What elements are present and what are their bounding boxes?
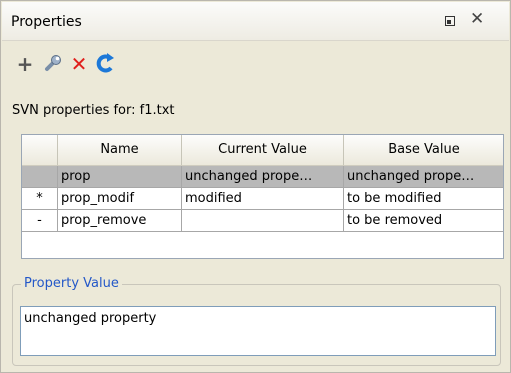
property-value-field[interactable]: unchanged property xyxy=(20,306,496,356)
property-value-legend: Property Value xyxy=(21,276,122,291)
delete-icon: ✕ xyxy=(70,52,88,76)
column-header-base-value[interactable]: Base Value xyxy=(344,135,503,165)
refresh-button[interactable] xyxy=(95,53,117,75)
row-name: prop xyxy=(58,166,182,187)
edit-property-button[interactable] xyxy=(42,53,64,75)
row-base-value: to be modified xyxy=(347,191,442,206)
row-name: prop_remove xyxy=(58,210,182,231)
toolbar: + ✕ xyxy=(2,52,509,79)
table-row[interactable]: * prop_modif modified to be modified xyxy=(22,188,503,210)
column-header-current-value[interactable]: Current Value xyxy=(182,135,344,165)
delete-button[interactable]: ✕ xyxy=(68,52,90,76)
row-marker: - xyxy=(22,210,58,231)
table-row[interactable]: prop unchanged prope… unchanged prope… xyxy=(22,166,503,188)
row-current-value xyxy=(182,210,344,231)
close-icon[interactable]: ✕ xyxy=(470,9,484,29)
panel-title: Properties xyxy=(11,14,82,30)
row-name: prop_modif xyxy=(58,188,182,209)
add-icon: + xyxy=(16,52,34,76)
row-current-value: modified xyxy=(182,188,344,209)
minimize-icon[interactable] xyxy=(445,16,455,26)
panel-titlebar: Properties ✕ xyxy=(2,2,509,41)
row-base-value: to be removed xyxy=(347,213,443,228)
table-header: Name Current Value Base Value xyxy=(22,135,503,166)
row-base-value: unchanged prope… xyxy=(347,169,475,184)
column-header-name[interactable]: Name xyxy=(58,135,182,165)
properties-table: Name Current Value Base Value prop uncha… xyxy=(21,134,504,259)
row-marker: * xyxy=(22,188,58,209)
add-button[interactable]: + xyxy=(14,52,36,76)
svn-properties-label: SVN properties for: f1.txt xyxy=(12,103,175,118)
row-marker xyxy=(22,166,58,187)
refresh-icon xyxy=(96,53,114,73)
properties-panel: Properties ✕ + ✕ SVN properties for: f1.… xyxy=(0,0,511,373)
column-header-marker[interactable] xyxy=(22,135,58,165)
table-row[interactable]: - prop_remove to be removed xyxy=(22,210,503,232)
row-current-value: unchanged prope… xyxy=(182,166,344,187)
edit-wrench-icon xyxy=(45,55,61,71)
